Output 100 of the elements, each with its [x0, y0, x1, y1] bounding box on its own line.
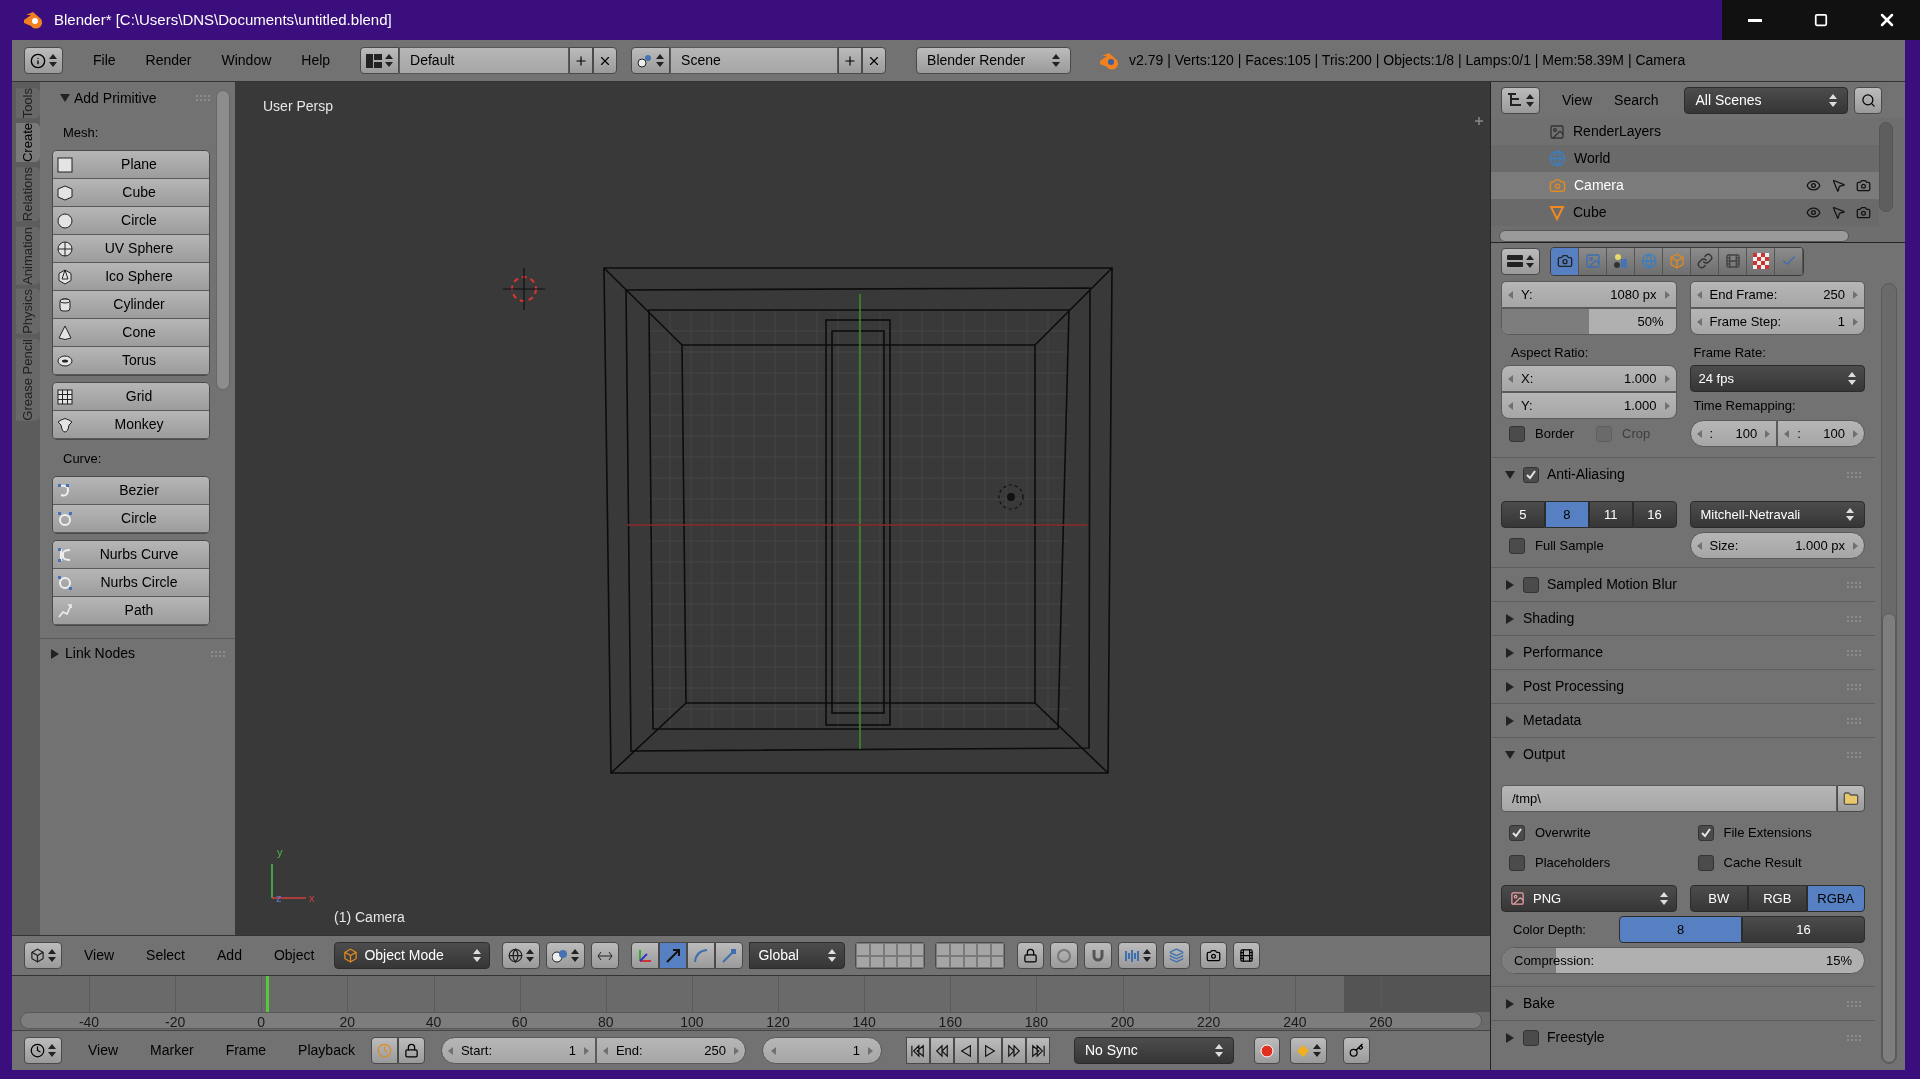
mode-dropdown[interactable]: Object Mode	[334, 942, 491, 969]
left-arrow-icon[interactable]	[1508, 374, 1513, 383]
expand-arrow-icon[interactable]	[60, 93, 70, 103]
right-arrow-icon[interactable]	[1765, 429, 1771, 438]
right-arrow-icon[interactable]	[1853, 317, 1858, 326]
menu-item[interactable]: Help	[301, 50, 331, 71]
playback-button[interactable]	[977, 1037, 1002, 1064]
menu-item[interactable]: View	[88, 1040, 119, 1061]
lock-button[interactable]	[397, 1037, 425, 1064]
key-button[interactable]	[1342, 1037, 1370, 1064]
expand-arrow-icon[interactable]	[50, 648, 60, 659]
left-arrow-icon[interactable]	[1508, 401, 1513, 410]
panel-title[interactable]: Shading	[1523, 608, 1575, 629]
checkbox[interactable]	[1509, 426, 1525, 442]
filter-dropdown[interactable]: Mitchell-Netravali	[1689, 501, 1865, 528]
sync-dropdown[interactable]: No Sync	[1073, 1037, 1234, 1064]
primitive-button[interactable]: UV Sphere	[53, 235, 209, 263]
right-arrow-icon[interactable]	[1664, 401, 1670, 410]
primitive-button[interactable]: Monkey	[53, 411, 209, 439]
lock-button[interactable]	[1017, 942, 1045, 969]
expand-arrow-icon[interactable]	[1505, 469, 1515, 480]
primitive-button[interactable]: Cube	[53, 179, 209, 207]
number-field[interactable]: : 100	[1689, 420, 1778, 447]
panel-title[interactable]: Sampled Motion Blur	[1547, 574, 1677, 595]
panel-title[interactable]: Metadata	[1523, 710, 1582, 731]
left-arrow-icon[interactable]	[1508, 290, 1513, 299]
translate-button[interactable]	[631, 942, 660, 969]
panel-title[interactable]: Link Nodes	[65, 643, 136, 664]
number-field[interactable]: Frame Step: 1	[1689, 308, 1865, 335]
eye-icon[interactable]	[1806, 178, 1821, 193]
path-field[interactable]: /tmp\	[1501, 785, 1837, 812]
sidebar-tab[interactable]: Create	[16, 123, 40, 163]
right-arrow-icon[interactable]	[583, 1046, 589, 1055]
primitive-button[interactable]: Cylinder	[53, 291, 209, 319]
current-frame-field[interactable]: 1	[761, 1037, 882, 1064]
number-field[interactable]: X: 1.000	[1501, 365, 1677, 392]
primitive-button[interactable]: Circle	[53, 505, 209, 533]
panel-title[interactable]: Freestyle	[1547, 1027, 1605, 1048]
add-button[interactable]	[569, 47, 594, 74]
segment-button[interactable]: 16	[1632, 501, 1677, 528]
folder-button[interactable]	[1837, 785, 1865, 812]
menu-item[interactable]: Select	[146, 945, 185, 966]
primitive-button[interactable]: Bezier	[53, 477, 209, 505]
left-arrow-icon[interactable]	[1696, 317, 1702, 326]
eye-icon[interactable]	[1806, 205, 1821, 220]
left-arrow-icon[interactable]	[1696, 290, 1702, 299]
checkbox[interactable]	[1697, 825, 1714, 841]
segment-button[interactable]: 8	[1619, 916, 1742, 943]
proportional-button[interactable]	[1050, 942, 1079, 969]
primitive-button[interactable]: Grid	[53, 383, 209, 411]
number-field[interactable]: Y: 1080 px	[1501, 281, 1677, 308]
record-button[interactable]	[1253, 1037, 1280, 1064]
left-arrow-icon[interactable]	[602, 1046, 608, 1055]
menu-item[interactable]: Search	[1614, 89, 1659, 111]
cursor-icon[interactable]	[1831, 205, 1846, 220]
menu-item[interactable]: Playback	[298, 1040, 355, 1061]
primitive-button[interactable]: Nurbs Circle	[53, 569, 209, 597]
pivot-button[interactable]	[546, 942, 586, 969]
right-arrow-icon[interactable]	[1853, 429, 1858, 438]
checkbox[interactable]	[1697, 855, 1714, 871]
plus-icon[interactable]	[1474, 116, 1484, 126]
layer-buttons[interactable]	[935, 942, 1006, 969]
segment-button[interactable]: 11	[1588, 501, 1633, 528]
segment-button[interactable]: BW	[1689, 885, 1748, 912]
panel-title[interactable]: Output	[1523, 744, 1566, 765]
number-field[interactable]: End: 250	[595, 1037, 746, 1064]
number-field[interactable]: Start: 1	[440, 1037, 596, 1064]
editor-type-button[interactable]	[24, 47, 63, 74]
keying-set-button[interactable]	[1289, 1037, 1327, 1064]
panel-title[interactable]: Anti-Aliasing	[1547, 464, 1625, 485]
segment-button[interactable]: 16	[1742, 916, 1865, 943]
outliner-row[interactable]: Cube	[1491, 199, 1879, 226]
expand-arrow-icon[interactable]	[1505, 749, 1515, 760]
expand-arrow-icon[interactable]	[1505, 579, 1515, 590]
manipulator-button[interactable]	[591, 942, 620, 969]
playback-button[interactable]	[929, 1037, 954, 1064]
menu-item[interactable]: Add	[217, 945, 242, 966]
rotate-button[interactable]	[687, 942, 716, 969]
editor-type-button[interactable]	[1501, 247, 1540, 275]
slider-field[interactable]: Compression: 15%	[1501, 947, 1865, 974]
playback-button[interactable]	[953, 1037, 978, 1064]
filter-dropdown[interactable]: All Scenes	[1684, 86, 1849, 114]
render-button[interactable]	[1200, 942, 1228, 969]
editor-type-button[interactable]	[1501, 86, 1540, 114]
segment-button[interactable]: 5	[1501, 501, 1545, 528]
checkbox[interactable]	[1523, 1029, 1539, 1046]
playback-button[interactable]	[905, 1037, 930, 1064]
number-field[interactable]: : 100	[1777, 420, 1865, 447]
slider-field[interactable]: 50%	[1501, 308, 1677, 335]
menu-item[interactable]: Render	[145, 50, 192, 71]
primitive-button[interactable]: Circle	[53, 207, 209, 235]
expand-arrow-icon[interactable]	[1505, 1032, 1515, 1043]
checkbox[interactable]	[1523, 576, 1539, 593]
context-tab[interactable]	[1747, 247, 1775, 275]
expand-arrow-icon[interactable]	[1505, 998, 1515, 1009]
animation-render-button[interactable]	[1233, 942, 1261, 969]
close-button[interactable]	[593, 47, 618, 74]
expand-arrow-icon[interactable]	[1505, 647, 1515, 658]
layer-buttons[interactable]	[855, 942, 926, 969]
context-tab[interactable]	[1607, 247, 1635, 275]
